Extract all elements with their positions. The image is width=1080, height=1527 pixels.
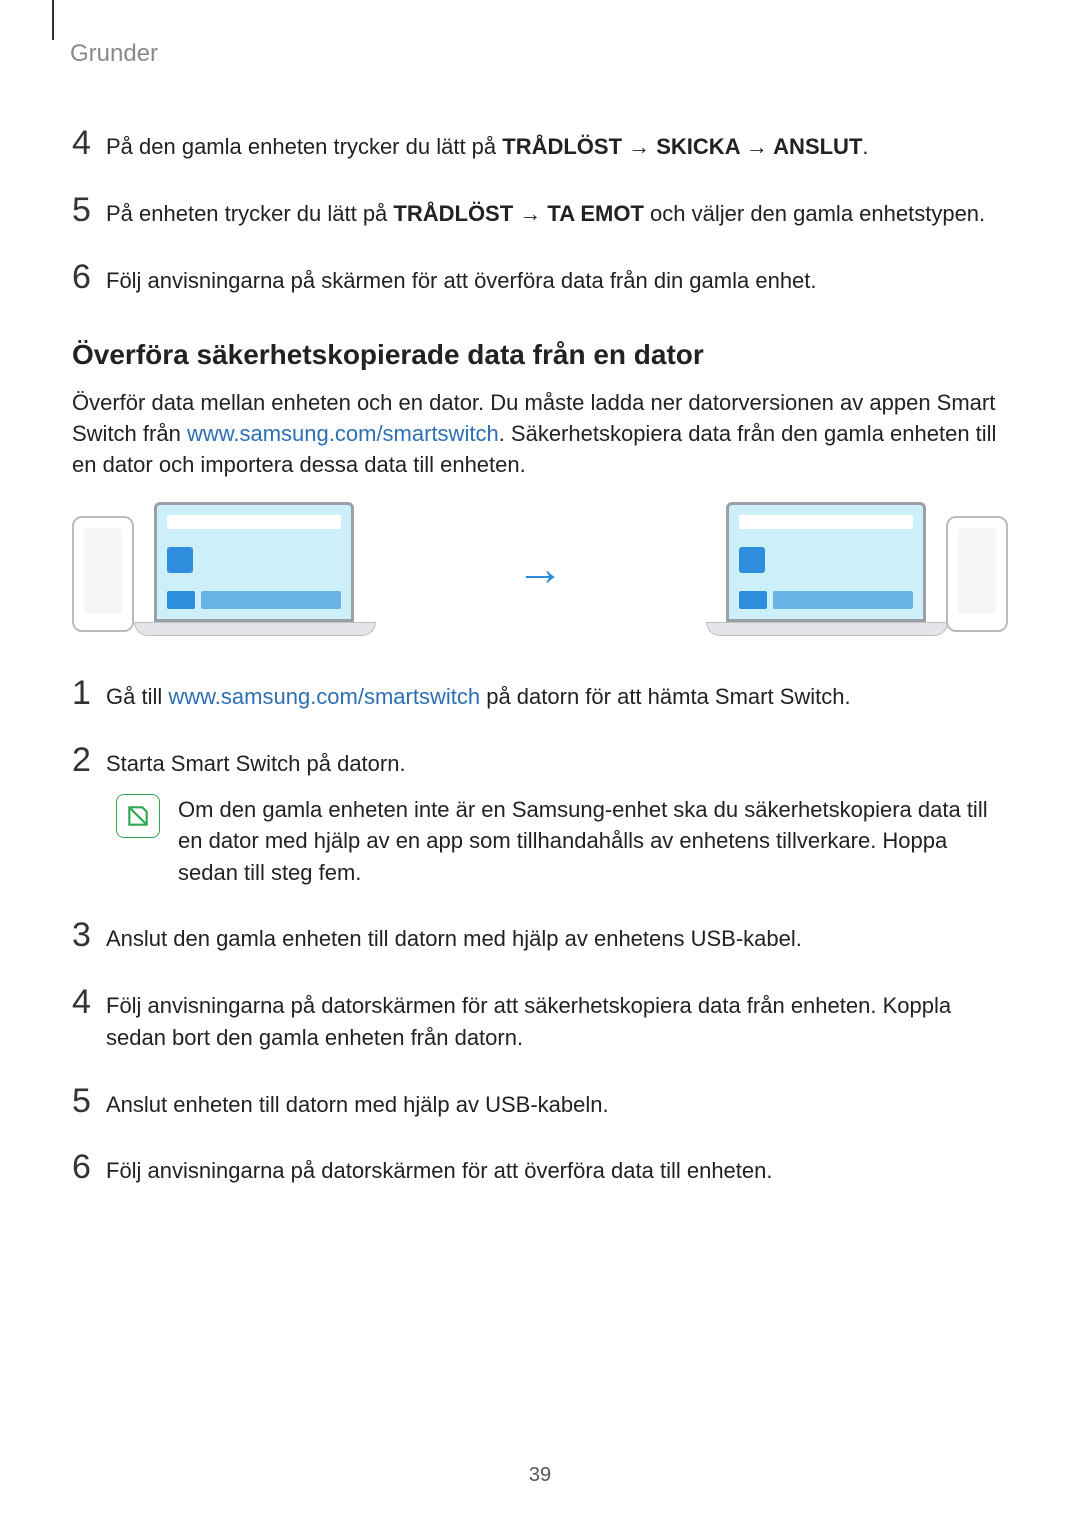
step-text: Anslut den gamla enheten till datorn med…: [106, 918, 1008, 955]
page-number: 39: [0, 1464, 1080, 1487]
transfer-figure: →: [72, 502, 1008, 636]
laptop-icon: [134, 502, 374, 636]
step-text: Anslut enheten till datorn med hjälp av …: [106, 1084, 1008, 1121]
laptop-icon: [706, 502, 946, 636]
step-pre: På den gamla enheten trycker du lätt på: [106, 134, 502, 159]
step-item: 2 Starta Smart Switch på datorn.: [72, 743, 1008, 780]
step-text: Följ anvisningarna på skärmen för att öv…: [106, 260, 1008, 297]
arrow-right-icon: →: [516, 542, 564, 597]
figure-right: [706, 502, 1008, 636]
step-bold: TRÅDLÖST → TA EMOT: [393, 201, 644, 226]
step-pre: Starta Smart Switch på datorn.: [106, 751, 406, 776]
step-pre: På enheten trycker du lätt på: [106, 201, 393, 226]
phone-icon: [72, 516, 134, 632]
note-block: Om den gamla enheten inte är en Samsung-…: [116, 794, 1008, 888]
step-number: 4: [72, 126, 106, 160]
step-item: 5 Anslut enheten till datorn med hjälp a…: [72, 1084, 1008, 1121]
phone-icon: [946, 516, 1008, 632]
step-item: 6 Följ anvisningarna på datorskärmen för…: [72, 1150, 1008, 1187]
step-number: 3: [72, 918, 106, 952]
step-number: 5: [72, 193, 106, 227]
step-item: 3 Anslut den gamla enheten till datorn m…: [72, 918, 1008, 955]
step-text: På den gamla enheten trycker du lätt på …: [106, 126, 1008, 163]
step-item: 1 Gå till www.samsung.com/smartswitch på…: [72, 676, 1008, 713]
smartswitch-link[interactable]: www.samsung.com/smartswitch: [187, 421, 499, 446]
step-bold: TRÅDLÖST → SKICKA → ANSLUT: [502, 134, 862, 159]
margin-rule: [52, 0, 54, 40]
step-post: på datorn för att hämta Smart Switch.: [480, 684, 851, 709]
intro-paragraph: Överför data mellan enheten och en dator…: [72, 387, 1008, 481]
step-text: Följ anvisningarna på datorskärmen för a…: [106, 985, 1008, 1054]
step-post: och väljer den gamla enhetstypen.: [644, 201, 985, 226]
step-number: 6: [72, 1150, 106, 1184]
running-header: Grunder: [70, 40, 1008, 68]
step-post: .: [862, 134, 868, 159]
smartswitch-link[interactable]: www.samsung.com/smartswitch: [168, 684, 480, 709]
step-item: 4 På den gamla enheten trycker du lätt p…: [72, 126, 1008, 163]
step-item: 4 Följ anvisningarna på datorskärmen för…: [72, 985, 1008, 1054]
section-heading: Överföra säkerhetskopierade data från en…: [72, 339, 1008, 371]
note-text: Om den gamla enheten inte är en Samsung-…: [178, 794, 1008, 888]
step-text: Starta Smart Switch på datorn.: [106, 743, 1008, 780]
step-number: 2: [72, 743, 106, 777]
figure-left: [72, 502, 374, 636]
step-text: På enheten trycker du lätt på TRÅDLÖST →…: [106, 193, 1008, 230]
step-number: 6: [72, 260, 106, 294]
step-number: 1: [72, 676, 106, 710]
step-pre: Följ anvisningarna på skärmen för att öv…: [106, 268, 817, 293]
step-item: 5 På enheten trycker du lätt på TRÅDLÖST…: [72, 193, 1008, 230]
step-text: Följ anvisningarna på datorskärmen för a…: [106, 1150, 1008, 1187]
step-text: Gå till www.samsung.com/smartswitch på d…: [106, 676, 1008, 713]
note-icon: [116, 794, 160, 838]
step-item: 6 Följ anvisningarna på skärmen för att …: [72, 260, 1008, 297]
step-number: 5: [72, 1084, 106, 1118]
step-number: 4: [72, 985, 106, 1019]
step-pre: Gå till: [106, 684, 168, 709]
